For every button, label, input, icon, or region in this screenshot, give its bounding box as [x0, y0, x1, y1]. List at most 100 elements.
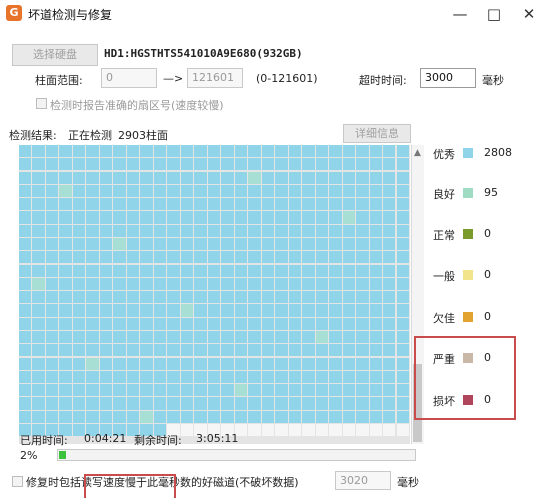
cylinder-cell [153, 344, 167, 357]
scroll-up-icon[interactable]: ▲ [414, 148, 421, 158]
cylinder-cell [194, 370, 207, 383]
cylinder-cell [153, 304, 167, 317]
cylinder-cell [342, 304, 356, 317]
cylinder-cell [153, 264, 167, 277]
cylinder-cell [72, 224, 86, 237]
cylinder-cell [32, 384, 45, 397]
cylinder-cell [221, 145, 234, 158]
select-disk-button[interactable]: 选择硬盘 [12, 44, 98, 66]
range-from-field[interactable]: 0 [101, 68, 157, 88]
repair-threshold-field[interactable]: 3020 [335, 471, 391, 490]
cylinder-cell [383, 330, 396, 344]
cylinder-cell [356, 158, 369, 171]
cylinder-cell [396, 410, 409, 423]
cylinder-cell [72, 264, 86, 277]
legend-label: 正常 [433, 229, 455, 242]
cylinder-cell [234, 224, 248, 237]
cylinder-cell [369, 317, 382, 330]
cylinder-cell [315, 211, 329, 224]
cylinder-cell [383, 211, 396, 224]
cylinder-cell [167, 184, 180, 198]
cylinder-cell [234, 344, 248, 357]
cylinder-cell [180, 264, 194, 277]
minimize-icon[interactable]: — [448, 3, 472, 25]
cylinder-cell [275, 384, 288, 397]
cylinder-cell [383, 423, 396, 437]
cylinder-cell [194, 264, 207, 277]
cylinder-cell [180, 277, 194, 290]
cylinder-cell [221, 384, 234, 397]
cylinder-cell [329, 397, 342, 410]
cylinder-cell [356, 344, 369, 357]
cylinder-cell [261, 171, 275, 184]
cylinder-cell [329, 317, 342, 330]
cylinder-cell [329, 237, 342, 251]
cylinder-cell [369, 410, 382, 423]
cylinder-cell [19, 397, 32, 410]
used-time-label: 已用时间: [20, 434, 68, 447]
progress-bar [57, 449, 416, 461]
legend-swatch [463, 312, 473, 322]
cylinder-cell [275, 184, 288, 198]
repair-slow-checkbox[interactable] [12, 476, 23, 487]
cylinder-cell [261, 184, 275, 198]
cylinder-cell [45, 304, 59, 317]
cylinder-cell [167, 357, 180, 370]
cylinder-cell [261, 357, 275, 370]
cylinder-cell [383, 264, 396, 277]
cylinder-cell [329, 410, 342, 423]
cylinder-cell [113, 410, 126, 423]
cylinder-cell [248, 370, 261, 383]
cylinder-cell [396, 317, 409, 330]
cylinder-cell [180, 410, 194, 423]
cylinder-cell [275, 357, 288, 370]
cylinder-cell [302, 410, 315, 423]
cylinder-cell [248, 423, 261, 437]
cylinder-cell [396, 397, 409, 410]
cylinder-cell [113, 397, 126, 410]
cylinder-cell [342, 158, 356, 171]
cylinder-cell [234, 357, 248, 370]
cylinder-cell [302, 264, 315, 277]
cylinder-cell [113, 344, 126, 357]
cylinder-cell [180, 251, 194, 264]
timeout-field[interactable]: 3000 [420, 68, 476, 88]
cylinder-cell [356, 304, 369, 317]
maximize-icon[interactable]: □ [482, 3, 506, 25]
cylinder-cell [221, 304, 234, 317]
cylinder-cell [32, 198, 45, 211]
cylinder-cell [329, 198, 342, 211]
cylinder-cell [194, 330, 207, 344]
cylinder-cell [221, 410, 234, 423]
cylinder-cell [234, 145, 248, 158]
cylinder-cell [248, 198, 261, 211]
cylinder-cell [234, 211, 248, 224]
cylinder-cell [302, 211, 315, 224]
cylinder-cell [396, 158, 409, 171]
cylinder-cell [383, 317, 396, 330]
report-sector-checkbox[interactable] [36, 98, 47, 109]
cylinder-cell [32, 344, 45, 357]
cylinder-cell [315, 251, 329, 264]
cylinder-cell [140, 145, 153, 158]
cylinder-cell [342, 357, 356, 370]
close-icon[interactable]: ✕ [517, 3, 541, 25]
cylinder-cell [86, 198, 99, 211]
cylinder-cell [180, 370, 194, 383]
report-sector-label: 检测时报告准确的扇区号(速度较慢) [50, 99, 224, 112]
range-to-field[interactable]: 121601 [187, 68, 243, 88]
cylinder-cell [383, 291, 396, 304]
cylinder-cell [275, 145, 288, 158]
details-button[interactable]: 详细信息 [343, 124, 411, 143]
cylinder-cell [59, 397, 72, 410]
legend-swatch [463, 188, 473, 198]
cylinder-cell [140, 357, 153, 370]
cylinder-cell [72, 410, 86, 423]
cylinder-cell [288, 304, 302, 317]
cylinder-cell [275, 251, 288, 264]
cylinder-cell [180, 384, 194, 397]
cylinder-cell [275, 211, 288, 224]
cylinder-cell [221, 198, 234, 211]
used-time-value: 0:04:21 [84, 432, 127, 445]
cylinder-cell [234, 198, 248, 211]
